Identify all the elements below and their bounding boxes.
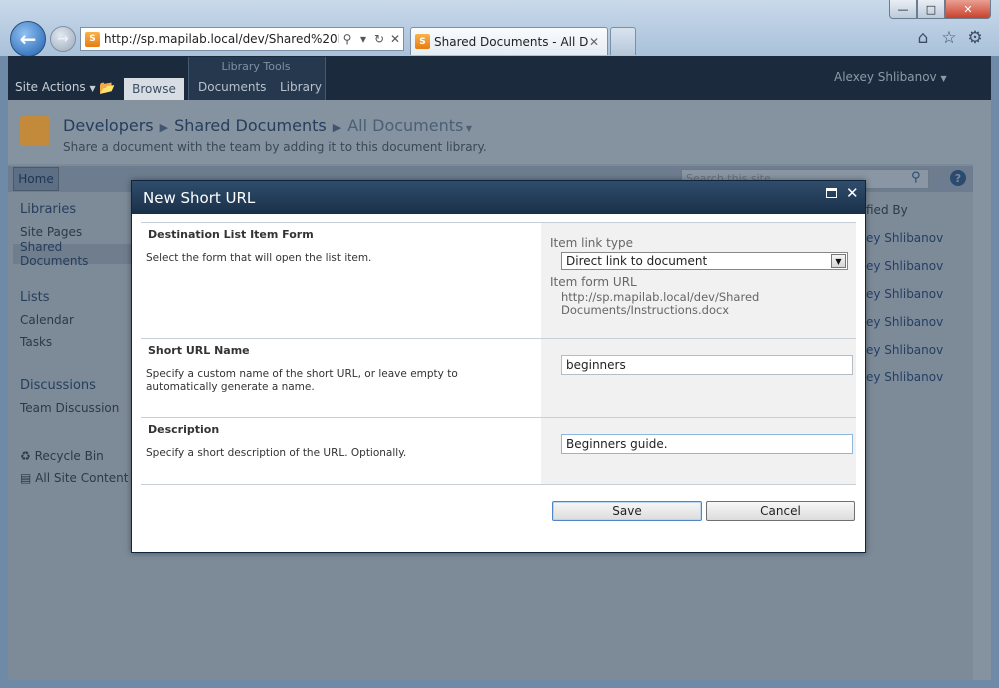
page-description: Share a document with the team by adding…	[63, 140, 487, 154]
site-logo-icon[interactable]	[20, 116, 50, 146]
site-favicon-icon: S	[85, 31, 100, 47]
ribbon-tab-documents[interactable]: Documents	[198, 80, 266, 94]
breadcrumb-separator-icon: ▶	[159, 121, 169, 134]
list-item-modified-by[interactable]: ey Shlibanov	[866, 231, 943, 245]
chevron-down-icon: ▼	[463, 124, 473, 133]
dropdown-icon[interactable]: ▾	[355, 32, 371, 46]
ribbon-tab-library[interactable]: Library	[280, 80, 322, 94]
list-item-modified-by[interactable]: ey Shlibanov	[866, 287, 943, 301]
item-form-url-value: http://sp.mapilab.local/dev/Shared Docum…	[561, 290, 760, 317]
quicklaunch-recycle-bin[interactable]: ♻ Recycle Bin	[20, 449, 104, 463]
quicklaunch-tasks[interactable]: Tasks	[20, 335, 52, 349]
new-tab-button[interactable]	[610, 27, 636, 55]
chevron-down-icon: ▼	[89, 84, 96, 93]
dialog-titlebar: New Short URL ✕	[132, 181, 865, 214]
forward-button[interactable]: →	[50, 26, 76, 52]
library-tools-label: Library Tools	[221, 60, 291, 73]
new-short-url-dialog: New Short URL ✕ Destination List Item Fo…	[131, 180, 866, 553]
refresh-icon[interactable]: ↻	[371, 32, 387, 46]
favorites-star-icon[interactable]: ☆	[939, 28, 959, 48]
section-description: Specify a short description of the URL. …	[146, 447, 407, 459]
breadcrumb: Developers ▶ Shared Documents ▶ All Document…	[63, 116, 472, 135]
navigate-up-icon[interactable]: 📂	[99, 81, 115, 96]
search-icon[interactable]: ⚲	[911, 170, 921, 185]
recycle-bin-icon: ♻	[20, 449, 31, 463]
minimize-button[interactable]: —	[889, 0, 917, 19]
chevron-down-icon: ▼	[940, 74, 947, 83]
list-item-modified-by[interactable]: ey Shlibanov	[866, 315, 943, 329]
close-window-button[interactable]: ✕	[945, 0, 991, 19]
quicklaunch-team-discussion[interactable]: Team Discussion	[20, 401, 119, 415]
item-link-type-select[interactable]: Direct link to document ▼	[561, 252, 848, 270]
section-description: Specify a custom name of the short URL, …	[146, 368, 458, 393]
all-site-content-label: All Site Content	[35, 471, 129, 485]
site-actions-label: Site Actions	[15, 80, 86, 94]
quicklaunch-shared-documents[interactable]: Shared Documents	[13, 240, 131, 268]
dropdown-arrow-icon[interactable]: ▼	[831, 254, 846, 268]
quicklaunch-all-site-content[interactable]: ▤ All Site Content	[20, 471, 128, 485]
home-icon[interactable]: ⌂	[913, 28, 933, 48]
tab-favicon-icon: S	[415, 34, 430, 49]
ribbon-tab-browse[interactable]: Browse	[124, 78, 184, 100]
item-link-type-label: Item link type	[550, 236, 633, 250]
breadcrumb-view-selector[interactable]: All Documents	[347, 116, 463, 135]
browser-tab-shared-documents[interactable]: S Shared Documents - All Do... ✕	[410, 27, 608, 55]
back-button[interactable]: ←	[10, 21, 46, 57]
search-icon[interactable]: ⚲	[339, 32, 355, 46]
quicklaunch-lists[interactable]: Lists	[20, 290, 50, 305]
quicklaunch-calendar[interactable]: Calendar	[20, 313, 74, 327]
site-actions-menu[interactable]: Site Actions ▼	[15, 80, 96, 94]
quicklaunch-libraries[interactable]: Libraries	[20, 202, 76, 217]
maximize-icon[interactable]	[826, 188, 837, 198]
tools-gear-icon[interactable]: ⚙	[965, 28, 985, 48]
window-controls: — □ ✕	[889, 0, 991, 20]
help-icon[interactable]: ?	[950, 170, 966, 186]
tab-close-icon[interactable]: ✕	[589, 35, 603, 49]
stop-icon[interactable]: ✕	[387, 32, 403, 46]
section-short-url-name-fields	[541, 339, 856, 417]
cancel-button[interactable]: Cancel	[706, 501, 855, 521]
address-url[interactable]: http://sp.mapilab.local/dev/Shared%20Doc…	[104, 32, 339, 46]
breadcrumb-developers[interactable]: Developers	[63, 116, 154, 135]
tab-title: Shared Documents - All Do...	[434, 34, 589, 49]
list-item-modified-by[interactable]: ey Shlibanov	[866, 259, 943, 273]
list-item-modified-by[interactable]: ey Shlibanov	[866, 343, 943, 357]
dialog-title: New Short URL	[143, 189, 256, 207]
list-item-modified-by[interactable]: ey Shlibanov	[866, 370, 943, 384]
topnav-home[interactable]: Home	[13, 167, 59, 191]
short-url-name-input[interactable]: beginners	[561, 355, 853, 375]
address-bar[interactable]: S http://sp.mapilab.local/dev/Shared%20D…	[80, 27, 404, 51]
section-description: Select the form that will open the list …	[146, 252, 372, 264]
description-input[interactable]: Beginners guide.	[561, 434, 853, 454]
user-menu[interactable]: Alexey Shlibanov ▼	[834, 70, 947, 84]
item-form-url-label: Item form URL	[550, 275, 637, 289]
breadcrumb-shared-documents[interactable]: Shared Documents	[174, 116, 327, 135]
list-column-header-modified-by[interactable]: fied By	[866, 203, 908, 217]
back-arrow-icon: ←	[19, 27, 37, 51]
user-name: Alexey Shlibanov	[834, 70, 937, 84]
close-icon[interactable]: ✕	[846, 184, 859, 202]
maximize-button[interactable]: □	[917, 0, 945, 19]
section-title: Destination List Item Form	[148, 228, 314, 241]
quicklaunch-site-pages[interactable]: Site Pages	[20, 225, 82, 239]
section-title: Description	[148, 423, 220, 436]
forward-arrow-icon: →	[57, 31, 69, 47]
breadcrumb-separator-icon: ▶	[332, 121, 342, 134]
browser-toolbar: ⌂ ☆ ⚙	[913, 28, 985, 48]
site-content-icon: ▤	[20, 471, 32, 485]
recycle-bin-label: Recycle Bin	[34, 449, 104, 463]
section-title: Short URL Name	[148, 344, 250, 357]
quicklaunch-discussions[interactable]: Discussions	[20, 378, 96, 393]
page-scrollbar[interactable]	[973, 100, 991, 680]
save-button[interactable]: Save	[552, 501, 702, 521]
item-link-type-value: Direct link to document	[566, 254, 708, 268]
dialog-footer-divider	[141, 484, 856, 485]
